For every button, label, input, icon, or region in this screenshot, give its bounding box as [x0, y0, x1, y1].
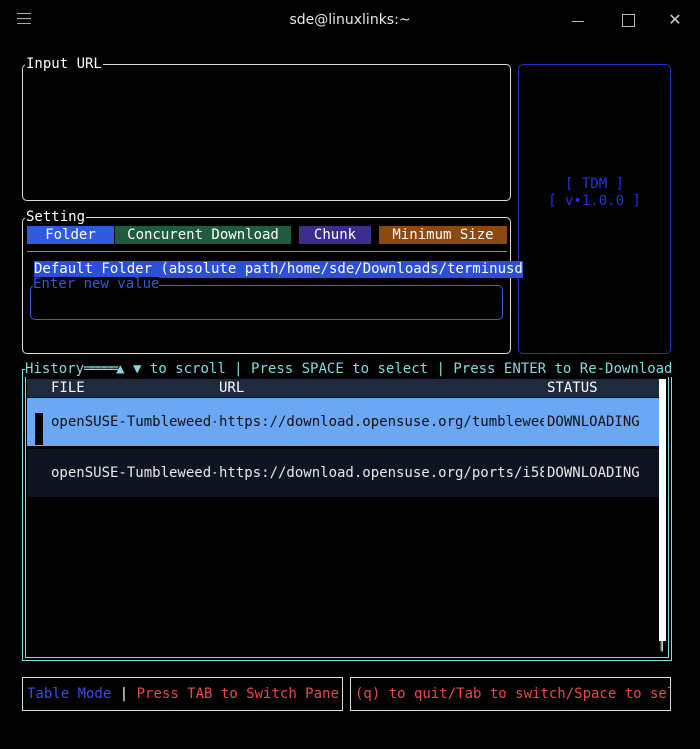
keys-help-bar: (q) to quit/Tab to switch/Space to sele	[350, 677, 671, 711]
row-cursor	[35, 413, 43, 445]
new-value-input[interactable]: Enter new value	[30, 277, 503, 320]
row-file: openSUSE-Tumbleweed-	[51, 414, 216, 430]
table-row[interactable]: openSUSE-Tumbleweed- https://download.op…	[27, 449, 661, 497]
row-url: https://download.opensuse.org/ports/i586	[219, 465, 544, 481]
title-decoration: ═════	[84, 361, 118, 377]
history-panel: History═════▲ ▼ to scroll | Press SPACE …	[22, 362, 673, 661]
scroll-thumb[interactable]: ║	[659, 641, 666, 653]
title-bar: sde@linuxlinks:~ ✕	[0, 0, 700, 42]
close-icon[interactable]: ✕	[665, 10, 685, 30]
column-status: STATUS	[547, 380, 598, 396]
row-status: DOWNLOADING	[547, 465, 640, 481]
row-url: https://download.opensuse.org/tumbleweed	[219, 414, 544, 430]
input-url-title: Input URL	[25, 56, 103, 72]
scroll-arrows-icon: ▲ ▼	[116, 361, 142, 377]
row-file: openSUSE-Tumbleweed-	[51, 465, 216, 481]
setting-tabs: Folder Concurent Download Chunk Minimum …	[27, 226, 507, 244]
history-title: History	[25, 361, 85, 377]
new-value-title: Enter new value	[33, 276, 160, 292]
footer-separator: |	[119, 686, 129, 702]
tab-folder[interactable]: Folder	[27, 226, 114, 244]
app-version: [ v•1.0.0 ]	[548, 193, 641, 209]
history-hint: to scroll | Press SPACE to select | Pres…	[141, 361, 673, 377]
input-url-field[interactable]: Input URL	[22, 57, 511, 201]
row-status: DOWNLOADING	[547, 414, 640, 430]
column-url: URL	[219, 380, 245, 396]
maximize-icon[interactable]	[618, 10, 638, 30]
table-header: FILE URL STATUS	[27, 379, 661, 397]
mode-label: Table Mode	[27, 686, 112, 702]
tab-minimum-size[interactable]: Minimum Size	[379, 226, 507, 244]
tab-concurrent-download[interactable]: Concurent Download	[115, 226, 291, 244]
switch-pane-hint: Press TAB to Switch Pane	[136, 686, 339, 702]
keys-hint: (q) to quit/Tab to switch/Space to sele	[355, 686, 671, 702]
tdm-info-panel: [ TDM ] [ v•1.0.0 ]	[518, 64, 671, 354]
window-title: sde@linuxlinks:~	[289, 12, 411, 28]
column-file: FILE	[51, 380, 85, 396]
minimize-icon[interactable]	[568, 10, 588, 30]
history-title-bar: History═════▲ ▼ to scroll | Press SPACE …	[25, 361, 673, 377]
app-name: [ TDM ]	[564, 176, 624, 192]
history-scrollbar[interactable]	[659, 379, 666, 641]
setting-panel: Setting Folder Concurent Download Chunk …	[22, 210, 523, 354]
mode-status-bar: Table Mode | Press TAB to Switch Pane	[22, 677, 343, 711]
tab-chunk[interactable]: Chunk	[299, 226, 371, 244]
setting-title: Setting	[25, 209, 87, 225]
table-row[interactable]: openSUSE-Tumbleweed- https://download.op…	[27, 398, 661, 446]
tabs-divider	[27, 251, 507, 252]
